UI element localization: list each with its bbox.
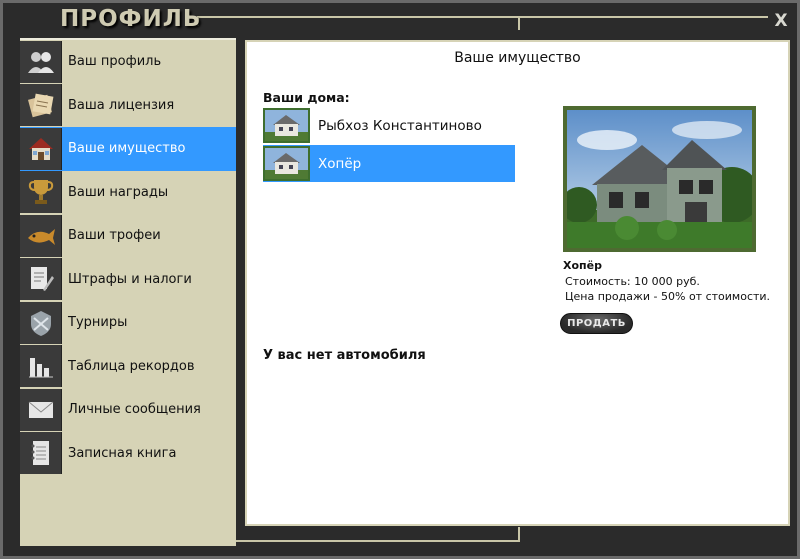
decorative-line — [518, 527, 520, 542]
sell-button[interactable]: ПРОДАТЬ — [560, 313, 633, 334]
houses-heading: Ваши дома: — [263, 90, 350, 105]
bar-chart-icon — [20, 345, 62, 388]
sidebar-item-property[interactable]: Ваше имущество — [20, 127, 236, 171]
sidebar-item-label: Штрафы и налоги — [68, 271, 192, 287]
fish-trophy-icon — [20, 214, 62, 257]
decorative-line — [235, 540, 520, 542]
sidebar-item-profile[interactable]: Ваш профиль — [20, 40, 236, 84]
no-car-message: У вас нет автомобиля — [263, 348, 426, 363]
notebook-icon — [20, 432, 62, 475]
house-icon — [20, 127, 62, 170]
decorative-line — [518, 18, 520, 30]
license-icon — [20, 84, 62, 127]
sidebar-item-records[interactable]: Таблица рекордов — [20, 345, 236, 389]
house-photo — [563, 106, 756, 252]
house-sale-price: Цена продажи - 50% от стоимости. — [565, 290, 771, 303]
sidebar-item-trophies[interactable]: Ваши трофеи — [20, 214, 236, 258]
sidebar-item-label: Ваши трофеи — [68, 228, 161, 244]
house-thumbnail — [263, 146, 310, 181]
sidebar-item-label: Таблица рекордов — [68, 358, 195, 374]
house-name: Хопёр — [318, 155, 362, 172]
sidebar-item-label: Ваша лицензия — [68, 97, 175, 113]
close-button[interactable]: X — [772, 12, 790, 30]
sidebar-item-label: Личные сообщения — [68, 402, 201, 418]
selected-house-name: Хопёр — [563, 259, 602, 272]
list-item[interactable]: Рыбхоз Константиново — [263, 107, 515, 144]
document-pen-icon — [20, 258, 62, 301]
page-title: Ваше имущество — [454, 50, 581, 66]
list-item[interactable]: Хопёр — [263, 145, 515, 182]
house-list: Рыбхоз Константиново Хопёр — [263, 107, 515, 183]
sidebar-item-label: Ваше имущество — [68, 141, 186, 157]
sidebar-item-awards[interactable]: Ваши награды — [20, 171, 236, 215]
sidebar-item-label: Записная книга — [68, 445, 177, 461]
sidebar-item-messages[interactable]: Личные сообщения — [20, 388, 236, 432]
house-thumbnail — [263, 108, 310, 143]
house-name: Рыбхоз Константиново — [318, 117, 482, 134]
sidebar-item-fines[interactable]: Штрафы и налоги — [20, 258, 236, 302]
trophy-icon — [20, 171, 62, 214]
people-icon — [20, 40, 62, 83]
house-cost: Стоимость: 10 000 руб. — [565, 275, 700, 288]
property-panel: Ваше имущество Ваши дома: Рыбхоз Констан… — [245, 40, 790, 526]
window-title: ПРОФИЛЬ — [60, 6, 202, 32]
sidebar-item-notebook[interactable]: Записная книга — [20, 432, 236, 476]
sidebar-item-label: Турниры — [68, 315, 128, 331]
sidebar-item-license[interactable]: Ваша лицензия — [20, 84, 236, 128]
sidebar-item-label: Ваш профиль — [68, 54, 162, 70]
sidebar-item-label: Ваши награды — [68, 184, 169, 200]
sidebar-item-tournaments[interactable]: Турниры — [20, 301, 236, 345]
sidebar: Ваш профиль Ваша лицензия Ваше имущество… — [20, 38, 236, 546]
decorative-line — [198, 16, 768, 18]
tournament-emblem-icon — [20, 301, 62, 344]
envelope-icon — [20, 388, 62, 431]
